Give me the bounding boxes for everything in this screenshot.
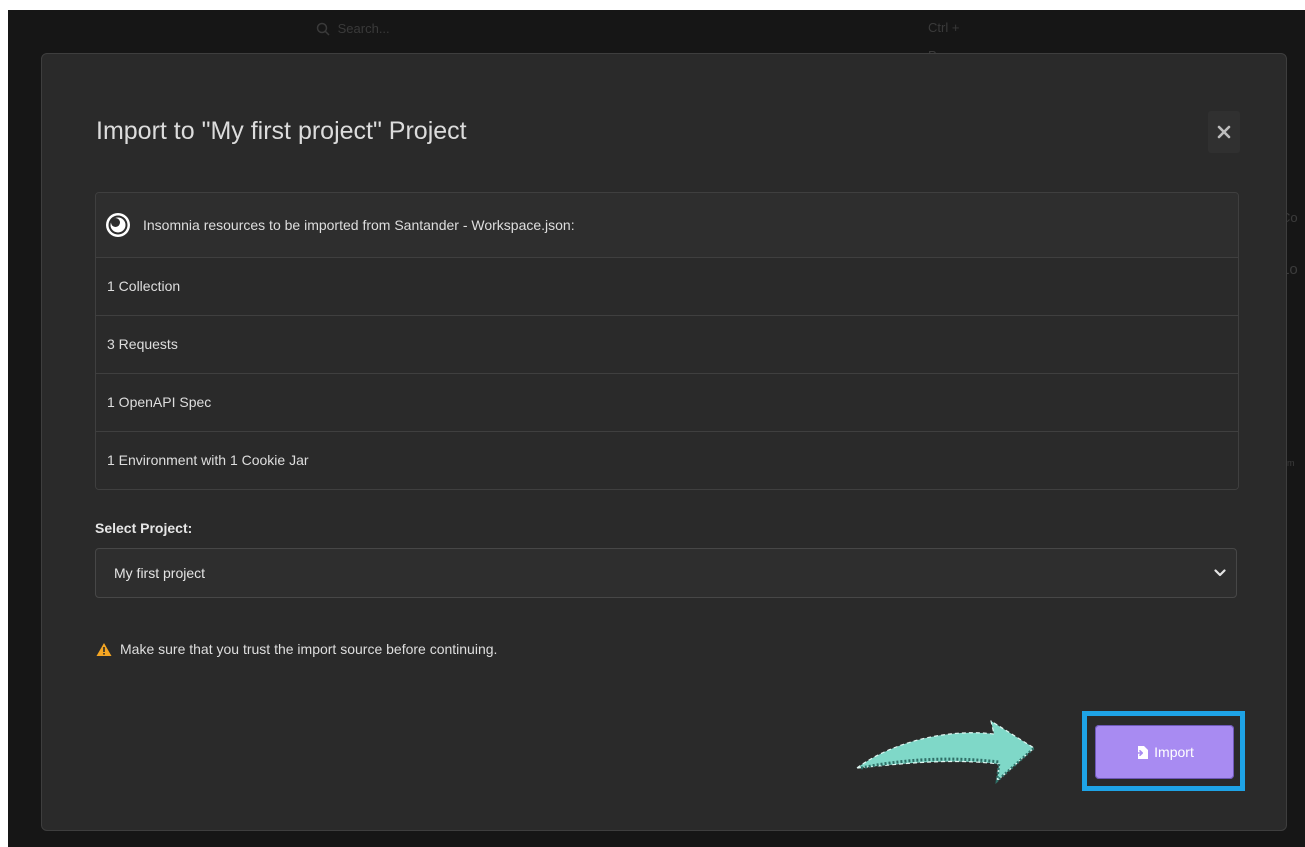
warning-message: Make sure that you trust the import sour… [96,641,497,657]
import-button[interactable]: Import [1095,725,1234,779]
import-button-label: Import [1154,744,1194,760]
top-search-bar[interactable]: Search... Ctrl + P [308,14,968,63]
warning-icon [96,642,112,656]
chevron-down-icon [1214,569,1226,577]
app-background: Search... Ctrl + P Co Lo m Import to "My… [8,10,1305,847]
resource-row: 1 OpenAPI Spec [96,374,1238,432]
warning-text: Make sure that you trust the import sour… [120,641,498,657]
resource-row: 1 Collection [96,258,1238,316]
import-icon [1135,745,1149,759]
background-edge-text: m [1287,458,1295,468]
search-icon [316,22,330,36]
resource-row: 3 Requests [96,316,1238,374]
close-icon [1217,125,1231,139]
insomnia-logo-icon [106,213,130,237]
arrow-decoration [856,720,1035,785]
resources-list: Insomnia resources to be imported from S… [95,192,1239,490]
select-project-label: Select Project: [95,520,193,536]
search-placeholder: Search... [337,20,390,36]
project-select-value: My first project [114,565,206,581]
resources-header: Insomnia resources to be imported from S… [96,193,1238,258]
import-modal: Import to "My first project" Project Ins… [41,53,1287,831]
resource-row: 1 Environment with 1 Cookie Jar [96,432,1238,489]
resources-header-text: Insomnia resources to be imported from S… [143,217,575,233]
close-button[interactable] [1208,111,1240,153]
project-select[interactable]: My first project [95,548,1237,598]
modal-title: Import to "My first project" Project [96,117,467,145]
